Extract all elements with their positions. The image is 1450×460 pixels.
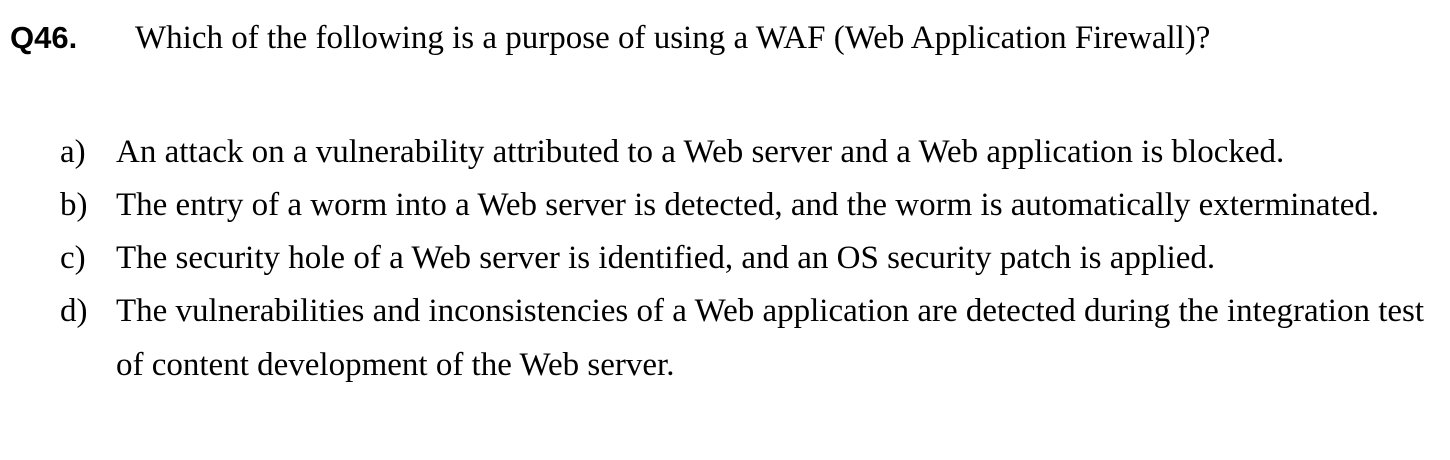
option-c: c) The security hole of a Web server is … <box>60 231 1430 285</box>
option-label: c) <box>60 240 86 276</box>
question-text: Which of the following is a purpose of u… <box>135 20 1211 56</box>
option-text: An attack on a vulnerability attributed … <box>116 134 1285 170</box>
option-label: a) <box>60 134 86 170</box>
option-text: The security hole of a Web server is ide… <box>116 240 1216 276</box>
option-b: b) The entry of a worm into a Web server… <box>60 178 1430 232</box>
option-text: The entry of a worm into a Web server is… <box>116 187 1380 223</box>
option-d: d) The vulnerabilities and inconsistenci… <box>60 284 1430 392</box>
question-number: Q46. <box>10 20 78 55</box>
option-label: b) <box>60 187 88 223</box>
answer-options: a) An attack on a vulnerability attribut… <box>60 125 1430 392</box>
option-text: The vulnerabilities and inconsistencies … <box>116 293 1425 383</box>
option-a: a) An attack on a vulnerability attribut… <box>60 125 1430 179</box>
option-label: d) <box>60 293 88 329</box>
